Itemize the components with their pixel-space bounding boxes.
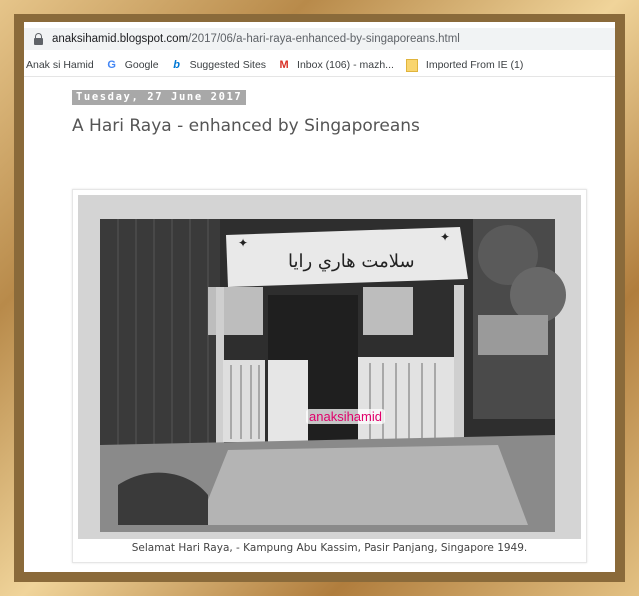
hari-raya-photo-image: ﺳﻼﻣﺖ ﻫﺎﺭﻱ ﺭﺍﻳﺎ ✦ ✦	[78, 195, 581, 539]
post-title[interactable]: A Hari Raya - enhanced by Singaporeans	[72, 116, 420, 136]
bookmark-inbox[interactable]: M Inbox (106) - mazh...	[276, 59, 404, 71]
bookmarks-bar: Anak si Hamid G Google b Suggested Sites…	[24, 54, 615, 77]
gmail-icon: M	[279, 59, 289, 71]
svg-text:✦: ✦	[440, 230, 450, 244]
folder-icon	[405, 58, 418, 72]
google-icon: G	[107, 59, 116, 71]
url-path: /2017/06/a-hari-raya-enhanced-by-singapo…	[188, 33, 460, 45]
bookmark-label: Suggested Sites	[189, 59, 267, 71]
photo-container: ﺳﻼﻣﺖ ﻫﺎﺭﻱ ﺭﺍﻳﺎ ✦ ✦ anaksihamid Selamat H…	[72, 189, 587, 563]
url-host: anaksihamid.blogspot.com	[52, 33, 189, 45]
photo-watermark: anaksihamid	[306, 409, 385, 424]
bookmark-suggested-sites[interactable]: b Suggested Sites	[169, 59, 276, 71]
post-date-header: Tuesday, 27 June 2017	[72, 90, 247, 105]
bookmark-label: Google	[124, 59, 159, 71]
vintage-photo[interactable]: ﺳﻼﻣﺖ ﻫﺎﺭﻱ ﺭﺍﻳﺎ ✦ ✦ anaksihamid	[78, 195, 581, 539]
lock-icon[interactable]	[32, 32, 46, 46]
bookmark-imported-from-ie[interactable]: Imported From IE (1)	[404, 58, 533, 72]
browser-window: anaksihamid.blogspot.com/2017/06/a-hari-…	[24, 22, 615, 572]
blog-content: Tuesday, 27 June 2017 A Hari Raya - enha…	[24, 78, 615, 572]
svg-text:✦: ✦	[238, 236, 248, 250]
bing-icon: b	[173, 59, 180, 71]
photo-caption: Selamat Hari Raya, - Kampung Abu Kassim,…	[131, 542, 528, 554]
svg-text:ﺳﻼﻣﺖ ﻫﺎﺭﻱ ﺭﺍﻳﺎ: ﺳﻼﻣﺖ ﻫﺎﺭﻱ ﺭﺍﻳﺎ	[288, 251, 415, 272]
bookmark-label: Inbox (106) - mazh...	[297, 59, 394, 71]
address-bar[interactable]: anaksihamid.blogspot.com/2017/06/a-hari-…	[24, 28, 615, 50]
bookmark-label: Imported From IE (1)	[425, 59, 524, 71]
bookmark-anak-si-hamid[interactable]: Anak si Hamid	[24, 59, 104, 71]
bookmark-label: Anak si Hamid	[26, 59, 94, 71]
bookmark-google[interactable]: G Google	[104, 59, 169, 71]
